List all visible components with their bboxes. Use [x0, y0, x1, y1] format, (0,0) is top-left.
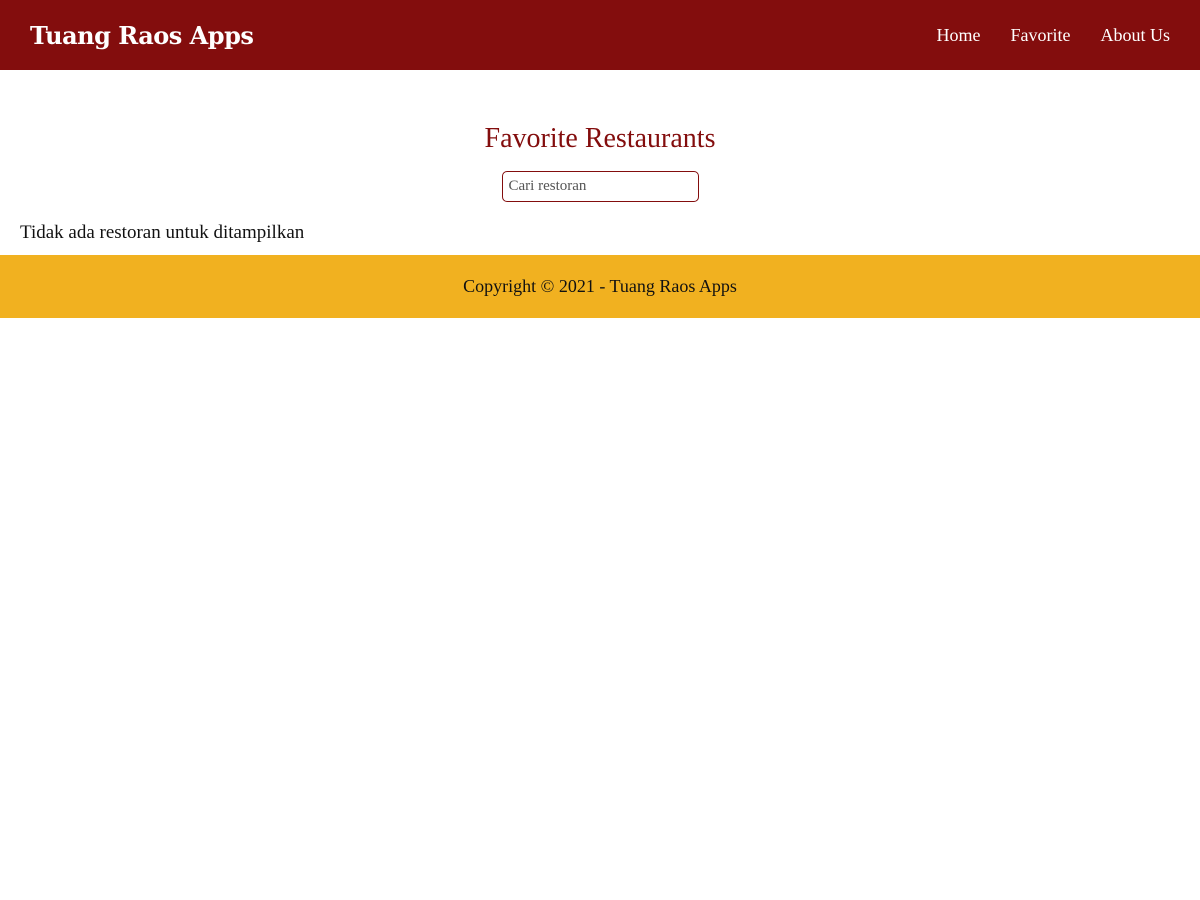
empty-state-message: Tidak ada restoran untuk ditampilkan — [20, 222, 305, 243]
search-container — [0, 171, 1200, 202]
page-title: Favorite Restaurants — [484, 123, 716, 154]
brand-logo-link[interactable]: Tuang Raos Apps — [30, 21, 254, 50]
main-content: Favorite Restaurants Tidak ada restoran … — [0, 70, 1200, 255]
app-footer: Copyright © 2021 - Tuang Raos Apps — [0, 255, 1200, 318]
nav-home-link[interactable]: Home — [936, 25, 980, 46]
app-header: Tuang Raos Apps Home Favorite About Us — [0, 0, 1200, 70]
nav-about-us-link[interactable]: About Us — [1100, 25, 1170, 46]
nav-favorite-link[interactable]: Favorite — [1010, 25, 1070, 46]
main-nav: Home Favorite About Us — [936, 25, 1170, 46]
search-input[interactable] — [501, 171, 699, 202]
copyright-text: Copyright © 2021 - Tuang Raos Apps — [463, 276, 737, 296]
